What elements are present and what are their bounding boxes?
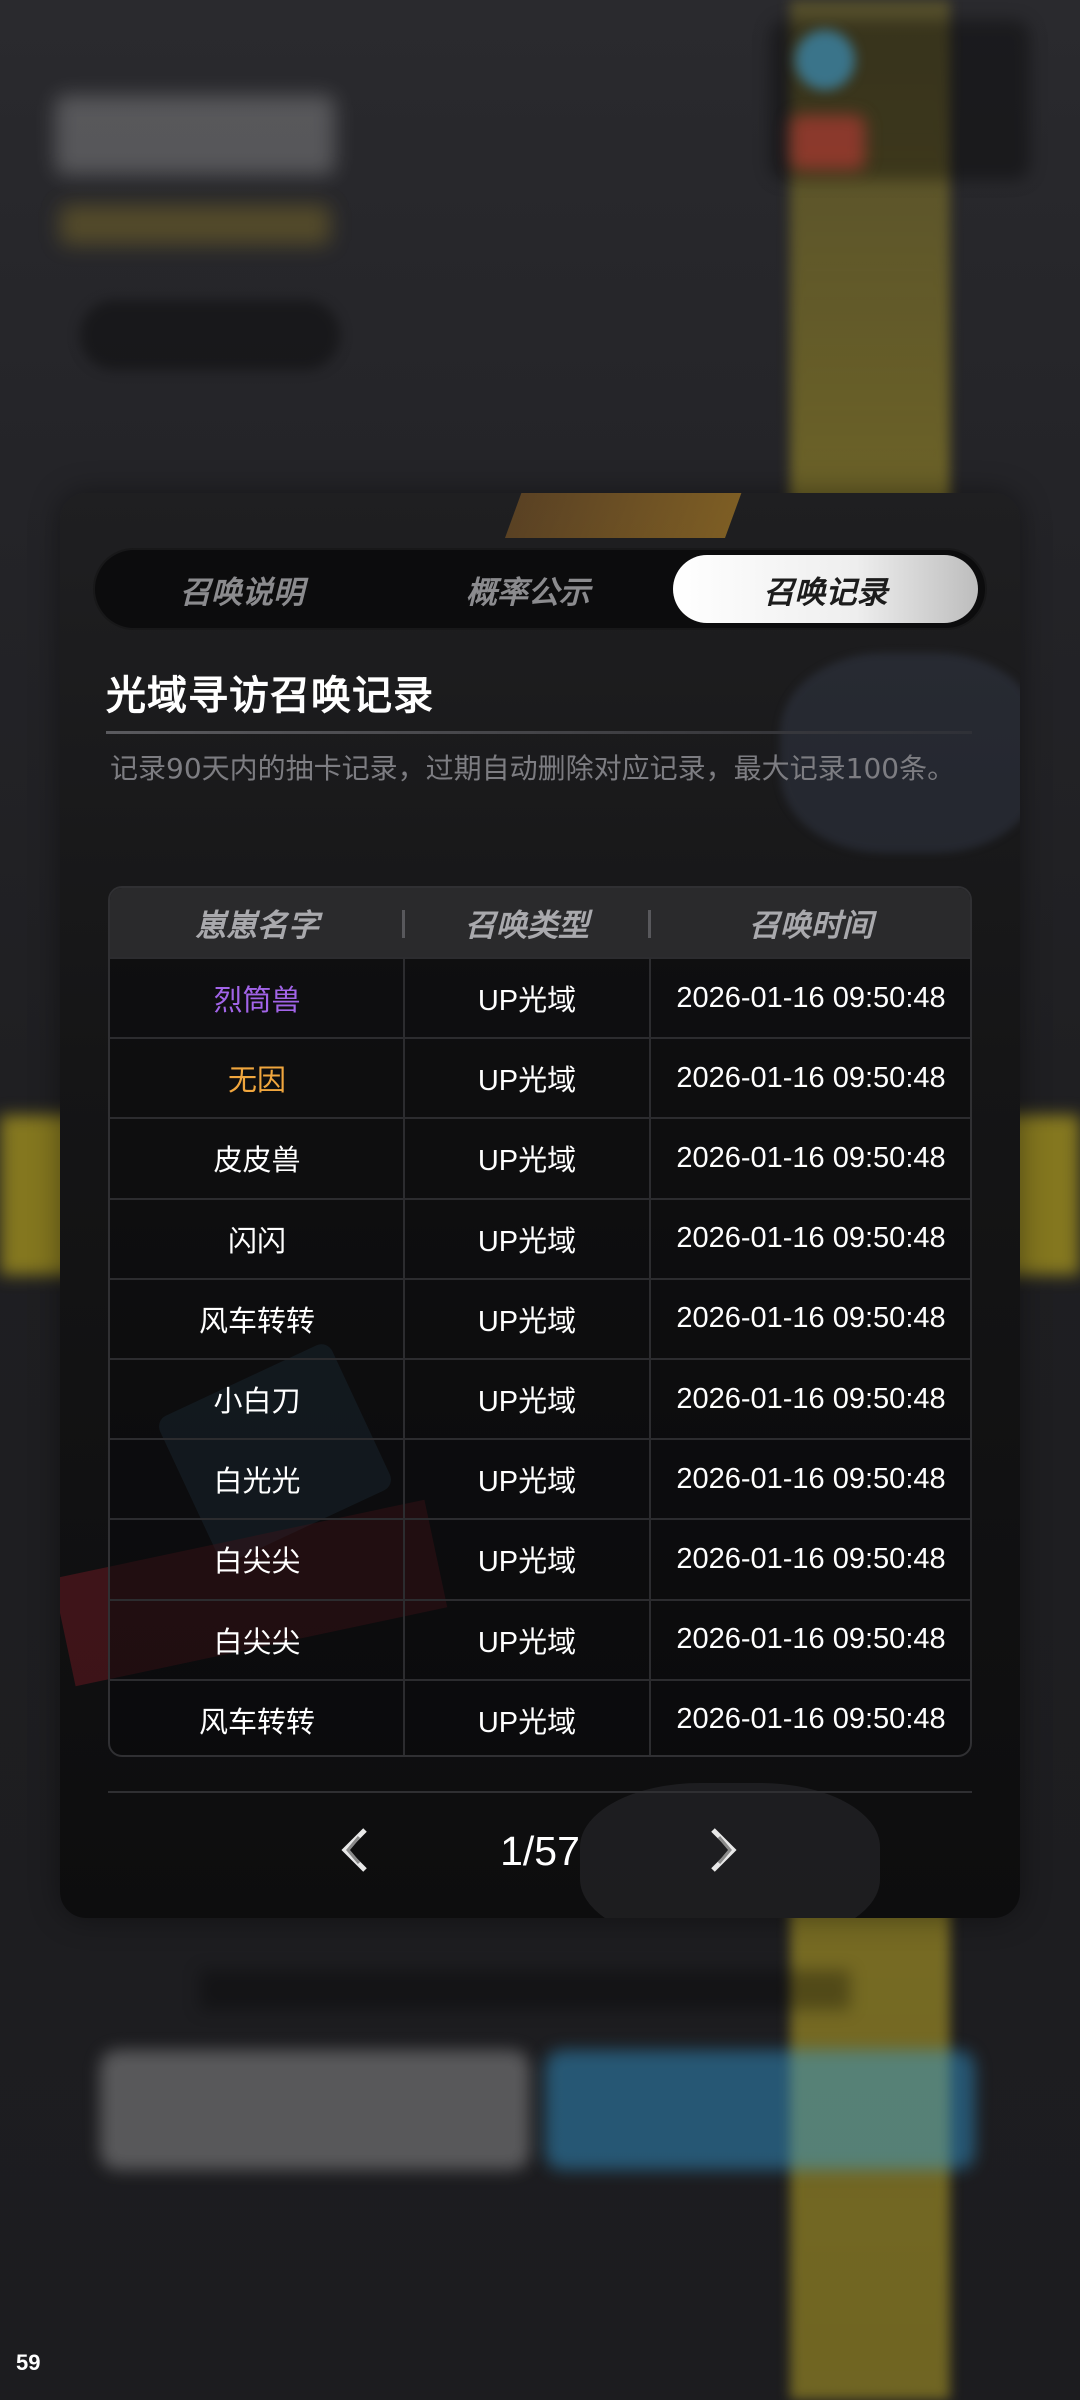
cell-type: UP光域 — [477, 1225, 577, 1258]
table-row: 风车转转 UP光域 2026-01-16 09:50:48 — [110, 1678, 970, 1755]
background-blue-icon — [795, 30, 855, 90]
cell-name: 风车转转 — [198, 1305, 315, 1338]
cell-type: UP光域 — [477, 1546, 577, 1579]
record-description: 记录90天内的抽卡记录，过期自动删除对应记录，最大记录100条。 — [110, 752, 956, 785]
cell-type: UP光域 — [477, 1626, 577, 1659]
cell-type: UP光域 — [477, 1466, 577, 1499]
cell-time: 2026-01-16 09:50:48 — [676, 981, 946, 1014]
table-body: 烈筒兽 UP光域 2026-01-16 09:50:48 无因 UP光域 2026-01-… — [110, 957, 970, 1755]
tab-probability[interactable]: 概率公示 — [379, 548, 677, 630]
chevron-right-icon — [711, 1828, 737, 1872]
background-subtitle — [60, 205, 330, 245]
header-type: 召唤类型 — [465, 908, 589, 944]
cell-time: 2026-01-16 09:50:48 — [676, 1703, 946, 1736]
header-time: 召唤时间 — [749, 908, 873, 944]
cell-time: 2026-01-16 09:50:48 — [676, 1302, 946, 1335]
table-header: 崽崽名字 召唤类型 召唤时间 — [110, 888, 970, 957]
background-bottom-row — [200, 1970, 850, 2010]
cell-time: 2026-01-16 09:50:48 — [676, 1542, 946, 1575]
table-row: 小白刀 UP光域 2026-01-16 09:50:48 — [110, 1357, 970, 1438]
prev-page-button[interactable] — [334, 1825, 374, 1875]
cell-time: 2026-01-16 09:50:48 — [676, 1623, 946, 1656]
cell-time: 2026-01-16 09:50:48 — [676, 1462, 946, 1495]
tab-summon-info[interactable]: 召唤说明 — [93, 548, 391, 630]
background-red-icon — [790, 115, 865, 170]
background-right-button — [545, 2050, 975, 2170]
cell-name: 闪闪 — [227, 1225, 286, 1258]
cell-name: 白尖尖 — [213, 1626, 301, 1659]
page-indicator: 1/57 — [500, 1827, 580, 1874]
background-left-button — [100, 2050, 530, 2170]
cell-type: UP光域 — [477, 985, 577, 1018]
fps-counter: 59 — [16, 2350, 41, 2375]
table-row: 无因 UP光域 2026-01-16 09:50:48 — [110, 1037, 970, 1117]
next-page-button[interactable] — [704, 1825, 744, 1875]
tab-bar: 召唤说明 概率公示 召唤记录 — [93, 548, 987, 630]
tab-summon-record[interactable]: 召唤记录 — [673, 555, 978, 623]
background-pill — [80, 300, 340, 370]
dialog-top-decoration — [504, 493, 746, 538]
title-divider — [106, 731, 972, 734]
header-name: 崽崽名字 — [195, 908, 319, 944]
cell-name: 白光光 — [213, 1466, 301, 1499]
cell-time: 2026-01-16 09:50:48 — [676, 1061, 946, 1094]
cell-type: UP光域 — [477, 1145, 577, 1178]
cell-name: 皮皮兽 — [213, 1145, 301, 1178]
summon-record-dialog: 召唤说明 概率公示 召唤记录 光域寻访召唤记录 记录90天内的抽卡记录，过期自动… — [60, 493, 1020, 1918]
table-row: 白尖尖 UP光域 2026-01-16 09:50:48 — [110, 1598, 970, 1679]
cell-name: 烈筒兽 — [213, 985, 301, 1018]
cell-name: 无因 — [227, 1065, 286, 1098]
table-row: 烈筒兽 UP光域 2026-01-16 09:50:48 — [110, 957, 970, 1037]
footer-divider — [108, 1791, 972, 1793]
table-row: 皮皮兽 UP光域 2026-01-16 09:50:48 — [110, 1117, 970, 1197]
summon-record-table: 崽崽名字 召唤类型 召唤时间 烈筒兽 UP光域 2026-01-16 09:50:4… — [108, 886, 972, 1757]
cell-type: UP光域 — [477, 1065, 577, 1098]
background-logo — [55, 95, 335, 175]
chevron-left-icon — [341, 1828, 367, 1872]
table-row: 风车转转 UP光域 2026-01-16 09:50:48 — [110, 1277, 970, 1358]
table-row: 白光光 UP光域 2026-01-16 09:50:48 — [110, 1438, 970, 1518]
cell-time: 2026-01-16 09:50:48 — [676, 1222, 946, 1255]
cell-name: 小白刀 — [213, 1386, 301, 1419]
table-row: 闪闪 UP光域 2026-01-16 09:50:48 — [110, 1197, 970, 1278]
cell-time: 2026-01-16 09:50:48 — [676, 1382, 946, 1415]
page-title: 光域寻访召唤记录 — [106, 673, 434, 719]
pagination: 1/57 — [60, 1811, 1020, 1891]
cell-name: 风车转转 — [198, 1706, 315, 1739]
cell-name: 白尖尖 — [213, 1546, 301, 1579]
table-row: 白尖尖 UP光域 2026-01-16 09:50:48 — [110, 1518, 970, 1598]
cell-type: UP光域 — [477, 1386, 577, 1419]
cell-type: UP光域 — [477, 1706, 577, 1739]
cell-type: UP光域 — [477, 1305, 577, 1338]
cell-time: 2026-01-16 09:50:48 — [676, 1141, 946, 1174]
